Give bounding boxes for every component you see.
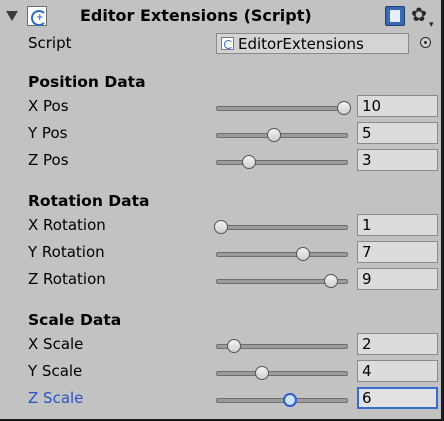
y-rotation-label: Y Rotation	[28, 243, 105, 261]
section-header: Rotation Data	[28, 192, 150, 210]
y-rotation-slider[interactable]	[216, 252, 348, 257]
z-pos-slider[interactable]	[216, 160, 348, 165]
z-scale-label: Z Scale	[28, 389, 84, 407]
script-file-icon	[221, 37, 234, 50]
y-pos-slider-thumb[interactable]	[267, 128, 282, 142]
y-pos-value-field[interactable]: 5	[357, 122, 438, 144]
y-rotation-slider-thumb[interactable]	[296, 247, 311, 261]
foldout-arrow-icon[interactable]	[6, 11, 18, 21]
component-header[interactable]: + Editor Extensions (Script) ✿ ▾	[0, 0, 441, 32]
script-icon[interactable]: +	[27, 6, 47, 26]
x-scale-slider-thumb[interactable]	[227, 339, 242, 353]
x-pos-label: X Pos	[28, 97, 69, 115]
z-rotation-value-field[interactable]: 9	[357, 268, 438, 290]
help-book-icon[interactable]	[385, 6, 405, 26]
z-scale-value-field[interactable]: 6	[357, 387, 438, 409]
component-title: Editor Extensions (Script)	[80, 6, 312, 25]
x-scale-value-field[interactable]: 2	[357, 333, 438, 355]
y-pos-label: Y Pos	[28, 124, 68, 142]
x-rotation-slider[interactable]	[216, 225, 348, 230]
z-pos-slider-thumb[interactable]	[242, 155, 256, 169]
y-pos-slider[interactable]	[216, 133, 348, 138]
object-picker-icon[interactable]	[420, 37, 431, 48]
section-header: Position Data	[28, 73, 146, 91]
z-scale-slider-thumb[interactable]	[282, 393, 297, 407]
x-rotation-slider-thumb[interactable]	[214, 220, 229, 234]
z-pos-label: Z Pos	[28, 151, 69, 169]
z-rotation-label: Z Rotation	[28, 270, 106, 288]
y-scale-slider[interactable]	[216, 371, 348, 376]
section-header: Scale Data	[28, 311, 122, 329]
x-pos-slider[interactable]	[216, 106, 348, 111]
y-scale-value-field[interactable]: 4	[357, 360, 438, 382]
script-label: Script	[28, 34, 72, 52]
y-rotation-value-field[interactable]: 7	[357, 241, 438, 263]
y-scale-slider-thumb[interactable]	[255, 366, 270, 380]
x-pos-slider-thumb[interactable]	[337, 101, 352, 115]
x-rotation-label: X Rotation	[28, 216, 106, 234]
x-pos-value-field[interactable]: 10	[357, 95, 438, 117]
script-object-field[interactable]: EditorExtensions	[216, 33, 409, 54]
z-rotation-slider-thumb[interactable]	[323, 274, 338, 288]
gear-icon[interactable]: ✿ ▾	[411, 4, 437, 30]
inspector-panel	[0, 0, 444, 421]
y-scale-label: Y Scale	[28, 362, 83, 380]
z-pos-value-field[interactable]: 3	[357, 149, 438, 171]
x-rotation-value-field[interactable]: 1	[357, 214, 438, 236]
script-field-value: EditorExtensions	[238, 35, 364, 53]
x-scale-label: X Scale	[28, 335, 84, 353]
